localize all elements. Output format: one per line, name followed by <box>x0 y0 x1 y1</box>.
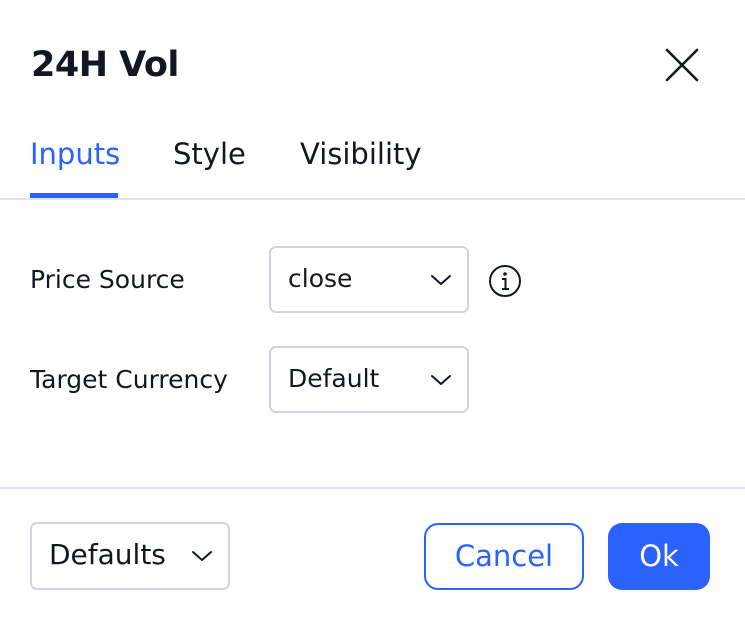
chevron-down-icon <box>190 548 214 564</box>
chevron-down-icon <box>429 272 453 288</box>
ok-button[interactable]: Ok <box>608 523 710 590</box>
cancel-button[interactable]: Cancel <box>424 523 584 590</box>
info-icon[interactable] <box>488 264 522 298</box>
close-button[interactable] <box>662 45 702 85</box>
tab-bar: Inputs Style Visibility <box>0 125 745 200</box>
dialog-title: 24H Vol <box>31 45 179 85</box>
target-currency-label: Target Currency <box>30 365 228 394</box>
target-currency-select[interactable]: Default <box>269 346 469 413</box>
price-source-label: Price Source <box>30 265 185 294</box>
footer-divider <box>0 487 745 489</box>
tab-style[interactable]: Style <box>173 135 246 173</box>
close-icon <box>665 48 699 82</box>
price-source-value: close <box>288 264 353 293</box>
defaults-select[interactable]: Defaults <box>30 522 230 590</box>
chevron-down-icon <box>429 372 453 388</box>
target-currency-value: Default <box>288 364 380 393</box>
tab-inputs[interactable]: Inputs <box>30 135 120 173</box>
defaults-label: Defaults <box>49 538 166 571</box>
tab-visibility[interactable]: Visibility <box>300 135 422 173</box>
price-source-select[interactable]: close <box>269 246 469 313</box>
tabs-divider <box>0 198 745 200</box>
